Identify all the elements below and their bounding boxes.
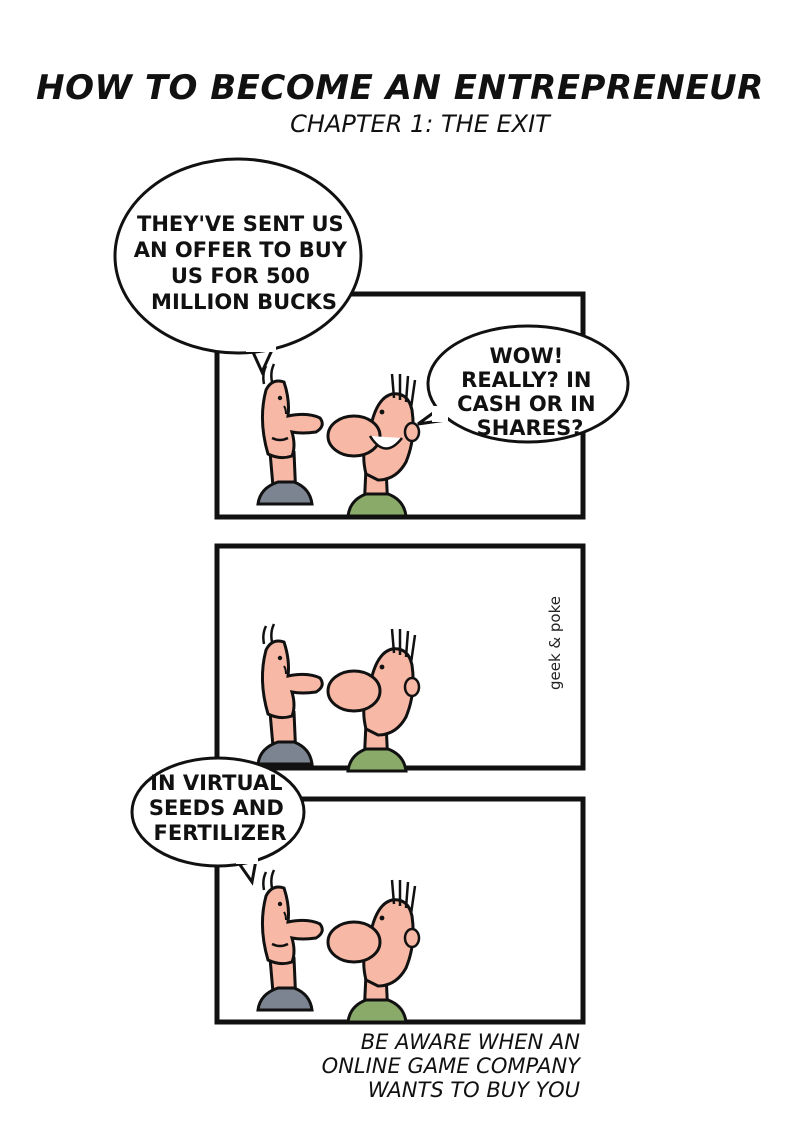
caption-line: WANTS TO BUY YOU	[367, 1078, 580, 1102]
credit-signature: geek & poke	[546, 596, 564, 690]
caption-line: ONLINE GAME COMPANY	[321, 1054, 580, 1078]
panel-2: geek & poke	[214, 543, 586, 773]
comic-strip: geek & poke THEY'VE SENT US AN OFFER TO …	[113, 157, 630, 1025]
caption: BE AWARE WHEN AN ONLINE GAME COMPANY WAN…	[250, 1030, 580, 1102]
speech-line: IN VIRTUAL SEEDS AND FERTILIZER	[149, 771, 291, 845]
caption-line: BE AWARE WHEN AN	[360, 1030, 580, 1054]
